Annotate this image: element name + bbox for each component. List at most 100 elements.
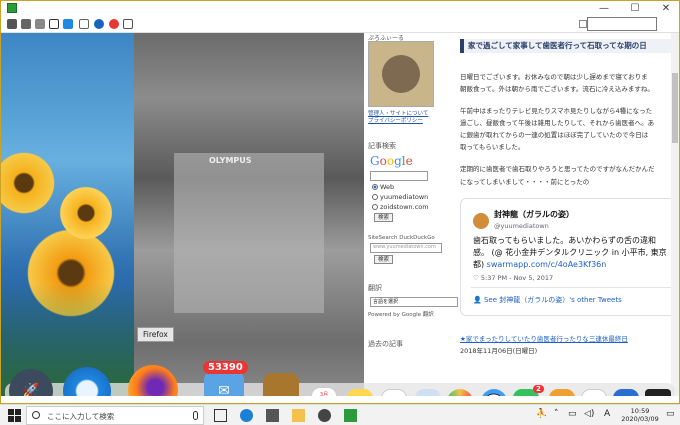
taskbar-search-placeholder: ここに入力して検索 bbox=[47, 412, 115, 421]
article-title[interactable]: 家で過ごして家事して歯医者行って石取ってな期の日 bbox=[460, 39, 679, 53]
mail-badge: 53390 bbox=[203, 361, 248, 374]
tweet-time[interactable]: 5:37 PM - Nov 5, 2017 bbox=[481, 274, 553, 282]
minimize-button[interactable]: — bbox=[589, 1, 619, 16]
article: 家で過ごして家事して歯医者行って石取ってな期の日 日曜日でございます。お休みなの… bbox=[460, 33, 679, 396]
dock-tooltip: Firefox bbox=[137, 327, 174, 342]
toolbar-address-input[interactable] bbox=[587, 17, 657, 31]
volume-icon[interactable]: ◁) bbox=[584, 409, 594, 419]
calendar-month: 3月 bbox=[319, 392, 329, 396]
taskbar-clock[interactable]: 10:59 2020/03/09 bbox=[618, 407, 662, 423]
clock-date: 2020/03/09 bbox=[621, 415, 659, 423]
tweet-divider bbox=[471, 287, 676, 288]
windows-icon[interactable] bbox=[63, 19, 73, 29]
radio-zoidstown[interactable]: zoidstown.com bbox=[372, 203, 429, 211]
settings-icon[interactable] bbox=[318, 409, 331, 422]
article-text-line: 過ごし、昼飯食って午後は雑用したりして、それから歯医者へ。あ bbox=[460, 119, 655, 127]
close-button[interactable]: ✕ bbox=[651, 1, 680, 16]
tweet-author-name[interactable]: 封神龍（ガラルの姿） bbox=[494, 209, 574, 220]
mail-icon[interactable]: ✉ bbox=[204, 371, 244, 396]
facetime-badge: 2 bbox=[533, 385, 544, 393]
profile-avatar bbox=[368, 41, 434, 107]
numbers-icon[interactable] bbox=[581, 389, 607, 396]
contacts-icon[interactable] bbox=[263, 373, 299, 396]
blog-page: OLYMPUS ぷろふぃーる 管理人・サイトについて プライバシーポリシー 記事… bbox=[134, 33, 679, 396]
network-icon[interactable]: ▭ bbox=[568, 409, 577, 419]
remote-app-icon[interactable] bbox=[344, 409, 357, 422]
window-icon[interactable] bbox=[49, 19, 59, 29]
microphone-icon[interactable] bbox=[193, 411, 198, 420]
notes-icon[interactable] bbox=[347, 389, 373, 396]
launchpad-icon[interactable]: 🚀 bbox=[9, 369, 53, 396]
taskbar-search-box[interactable]: ここに入力して検索 bbox=[26, 406, 204, 425]
app-window: — ☐ ✕ OLYMPUS ぷろふぃーる 管理人・サイトについて プライバシーポ… bbox=[0, 0, 680, 404]
firefox-icon[interactable] bbox=[128, 365, 178, 396]
radio-yuumediatown[interactable]: yuumediatown bbox=[372, 193, 428, 201]
tweet-avatar[interactable] bbox=[473, 213, 489, 229]
terminal-icon[interactable] bbox=[645, 389, 671, 396]
toolbar bbox=[1, 16, 679, 33]
edge-icon[interactable] bbox=[240, 409, 253, 422]
article-text-line: 朝飯食って。外は朝から雨でございます。流石に冷え込みますね。 bbox=[460, 85, 654, 93]
tweet-author-handle[interactable]: @yuumediatown bbox=[494, 222, 549, 230]
cat-image bbox=[382, 55, 420, 93]
tools-icon[interactable] bbox=[7, 19, 17, 29]
task-view-icon[interactable] bbox=[214, 409, 227, 422]
scrollbar-thumb[interactable] bbox=[672, 73, 678, 143]
radio-zoidstown-label: zoidstown.com bbox=[380, 203, 429, 211]
chevron-up-icon[interactable]: ˄ bbox=[554, 409, 559, 419]
privacy-link[interactable]: プライバシーポリシー bbox=[368, 116, 423, 124]
google-search-input[interactable] bbox=[370, 171, 428, 181]
windows-start-button[interactable] bbox=[8, 409, 21, 422]
radio-button-icon bbox=[372, 194, 378, 200]
tweet-swarm-link[interactable]: swarmapp.com/c/4oAe3Kf36n bbox=[487, 260, 607, 269]
ime-indicator[interactable]: A bbox=[604, 409, 610, 419]
settings-icon[interactable] bbox=[21, 19, 31, 29]
previous-article-date: 2018年11月06日(日曜日) bbox=[460, 347, 538, 355]
sitesearch-button[interactable]: 検索 bbox=[374, 255, 394, 264]
language-select[interactable]: 言語を選択 bbox=[370, 297, 458, 307]
wallpaper bbox=[1, 33, 135, 396]
file-explorer-icon[interactable] bbox=[292, 409, 305, 422]
embedded-tweet: 封神龍（ガラルの姿） @yuumediatown 歯石取ってもらいました。あいか… bbox=[460, 198, 679, 316]
reminders-icon[interactable] bbox=[381, 389, 407, 396]
tweet-see-more-link[interactable]: 👤 See 封神龍（ガラルの姿）'s other Tweets bbox=[473, 295, 622, 305]
tweet-see-more-label: See 封神龍（ガラルの姿）'s other Tweets bbox=[483, 296, 622, 304]
remote-desktop-view: OLYMPUS ぷろふぃーる 管理人・サイトについて プライバシーポリシー 記事… bbox=[1, 33, 679, 396]
tweet-text-line: 感。 (@ 花小金井デンタルクリニック in 小平市, 東京 bbox=[473, 248, 667, 257]
article-text-line: になってしまいまして・・・・前にとったの bbox=[460, 178, 590, 186]
toolbar-checkbox[interactable] bbox=[579, 20, 587, 28]
radio-web-label: Web bbox=[380, 183, 395, 191]
tweet-meta: ♡ 5:37 PM - Nov 5, 2017 bbox=[473, 274, 553, 282]
info-icon[interactable] bbox=[94, 19, 104, 29]
radio-button-icon bbox=[372, 184, 378, 190]
store-icon[interactable] bbox=[266, 409, 279, 422]
heart-icon[interactable]: ♡ bbox=[473, 274, 479, 282]
maximize-button[interactable]: ☐ bbox=[620, 1, 650, 16]
app-icon bbox=[7, 3, 17, 13]
windows-taskbar: ここに入力して検索 ⛹ ˄ ▭ ◁) A 10:59 2020/03/09 ▭ bbox=[0, 404, 680, 425]
flower-image bbox=[1, 148, 59, 218]
previous-article-link[interactable]: ★家でまったりしていたり歯医者行ったりな三連休最終日 bbox=[460, 333, 628, 343]
keynote-icon[interactable] bbox=[613, 389, 639, 396]
pages-icon[interactable] bbox=[549, 389, 575, 396]
robot-figure-image bbox=[174, 153, 324, 313]
camera-icon[interactable] bbox=[35, 19, 45, 29]
mail-icon[interactable] bbox=[123, 19, 133, 29]
safari-icon[interactable] bbox=[63, 367, 111, 396]
powered-by-label: Powered by Google 翻訳 bbox=[368, 312, 434, 318]
title-bar[interactable]: — ☐ ✕ bbox=[1, 1, 679, 16]
google-search-button[interactable]: 検索 bbox=[374, 213, 394, 222]
tweet-text-line: 都) swarmapp.com/c/4oAe3Kf36n bbox=[473, 259, 606, 270]
article-text-line: 定期的に歯医者で歯石取りやろうと思ってたのですがなんだかんだ bbox=[460, 165, 655, 173]
preview-icon[interactable] bbox=[415, 389, 441, 396]
stop-icon[interactable] bbox=[109, 19, 119, 29]
page-scrollbar[interactable] bbox=[671, 33, 679, 396]
calendar-icon[interactable]: 3月 9 bbox=[311, 387, 337, 396]
blog-sidebar: ぷろふぃーる 管理人・サイトについて プライバシーポリシー 記事検索 Googl… bbox=[368, 33, 458, 396]
person-icon[interactable]: ⛹ bbox=[536, 409, 547, 419]
radio-web[interactable]: Web bbox=[372, 183, 394, 191]
sitesearch-input[interactable]: www.yuumediatown.com bbox=[370, 243, 442, 253]
image-icon[interactable] bbox=[79, 19, 89, 29]
notification-icon[interactable]: ▭ bbox=[666, 409, 675, 419]
radio-button-icon bbox=[372, 204, 378, 210]
